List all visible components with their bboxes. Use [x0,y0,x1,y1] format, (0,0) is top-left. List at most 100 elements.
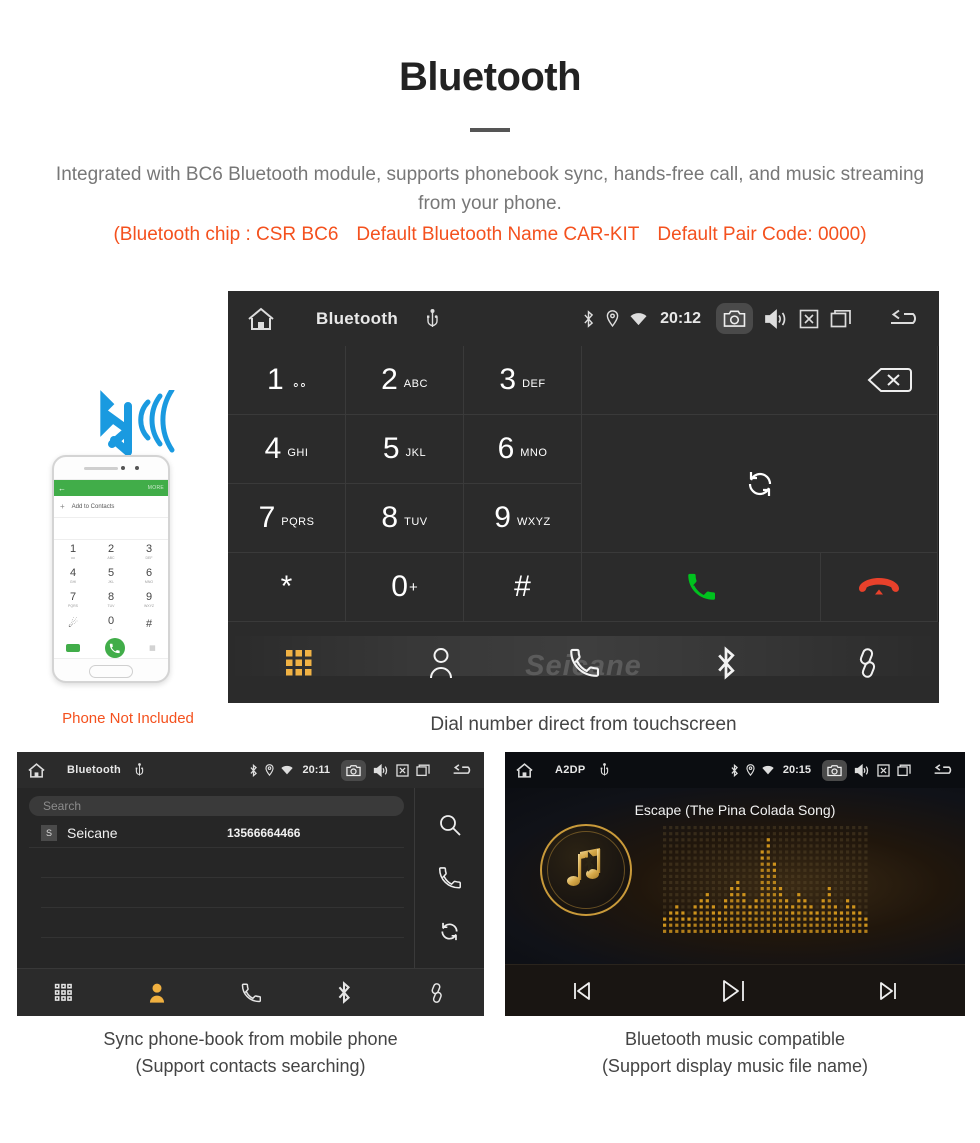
contact-badge: S [41,824,57,841]
key-9[interactable]: 9 WXYZ [464,484,582,553]
music-caption-line1: Bluetooth music compatible [624,1029,846,1049]
phone-not-included-caption: Phone Not Included [62,710,194,727]
phone-add-contacts-label: Add to Contacts [71,503,115,510]
nav-keypad[interactable] [228,648,370,678]
contact-row-empty [41,908,404,938]
phonebook-body: Search S Seicane 13566664466 [17,788,484,968]
phone-home-button [54,659,168,681]
key-1[interactable]: 1 ∘∘ [228,346,346,415]
contact-row-empty [41,848,404,878]
back-icon[interactable] [887,308,925,330]
sync-icon[interactable] [438,920,461,943]
music-status-bar: A2DP 20:15 [505,752,965,788]
spec-name: Default Bluetooth Name CAR-KIT [356,223,640,245]
bluetooth-signal-illustration [80,390,192,460]
music-clock: 20:15 [782,764,811,776]
volume-icon[interactable] [854,763,870,777]
album-art-placeholder [540,824,632,916]
nav-link[interactable] [797,647,939,679]
nav-bluetooth[interactable] [655,645,797,680]
key-6[interactable]: 6 MNO [464,415,582,484]
contact-row[interactable]: S Seicane 13566664466 [29,818,404,848]
back-icon[interactable] [932,763,957,778]
music-controls [505,964,965,1016]
close-box-icon[interactable] [799,309,819,329]
phonebook-screenshot: Bluetooth 20:11 Search S Seicane 1356666… [17,752,484,1016]
dialer-clock: 20:12 [660,309,701,327]
recents-icon[interactable] [897,764,912,777]
key-4[interactable]: 4 GHI [228,415,346,484]
wifi-icon [762,765,774,775]
next-button[interactable] [812,978,965,1004]
usb-icon [135,763,144,777]
play-pause-button[interactable] [658,977,811,1005]
wifi-icon [281,765,294,775]
volume-icon[interactable] [764,308,788,329]
camera-icon[interactable] [716,303,753,334]
nav-keypad[interactable] [17,983,110,1002]
previous-button[interactable] [505,978,658,1004]
nav-bluetooth[interactable] [297,981,390,1004]
nav-contacts[interactable] [370,647,512,679]
camera-icon[interactable] [341,759,366,781]
contact-name: Seicane [67,824,118,841]
equalizer-visualizer [663,826,875,936]
music-caption-line2: (Support display music file name) [601,1056,869,1076]
nav-call-log[interactable] [204,982,297,1004]
back-icon[interactable] [451,763,476,778]
nav-contacts[interactable] [110,982,203,1004]
key-3[interactable]: 3 DEF [464,346,582,415]
music-screenshot: A2DP 20:15 Escape (The Pina Colada Song) [505,752,965,1016]
key-8[interactable]: 8 TUV [346,484,464,553]
page-title: Bluetooth [398,55,582,99]
backspace-button[interactable] [582,346,938,415]
recents-icon[interactable] [416,764,431,777]
home-icon[interactable] [27,762,53,779]
phonebook-title: Bluetooth [67,764,122,776]
phonebook-caption-line2: (Support contacts searching) [135,1056,366,1076]
dialer-screenshot: Bluetooth 20:12 1 ∘∘ 2 ABC 3 DEF 4 GHI 5… [228,291,939,703]
search-icon[interactable] [438,813,462,837]
bluetooth-icon [582,309,595,328]
key-5[interactable]: 5 JKL [346,415,464,484]
key-7[interactable]: 7 PQRS [228,484,346,553]
dialer-nav-bar: Seicane [228,622,939,703]
key-0[interactable]: 0 + [346,553,464,622]
nav-link[interactable] [391,982,484,1004]
phonebook-status-bar: Bluetooth 20:11 [17,752,484,788]
dialpad: 1 ∘∘ 2 ABC 3 DEF 4 GHI 5 JKL 6 MNO 7 PQRS 8 TUV … [228,346,939,622]
contact-row-empty [41,878,404,908]
home-icon[interactable] [246,306,294,332]
phone-app-bar: ← MORE [54,480,168,496]
key-star[interactable]: * [228,553,346,622]
dialer-status-bar: Bluetooth 20:12 [228,291,939,346]
phonebook-clock: 20:11 [302,764,330,776]
phone-add-contacts-row: + Add to Contacts [54,496,168,518]
nav-call-log[interactable] [512,647,654,679]
call-button[interactable] [582,553,821,622]
phone-screen: ← MORE + Add to Contacts 1 oo 2 ABC 3 DEF 4 GH… [54,479,168,659]
recents-icon[interactable] [830,309,853,329]
location-icon [265,764,275,776]
key-hash[interactable]: # [464,553,582,622]
music-title: A2DP [555,764,586,776]
close-box-icon[interactable] [396,763,409,777]
call-icon[interactable] [438,866,461,890]
volume-icon[interactable] [373,763,389,777]
close-box-icon[interactable] [877,763,890,777]
music-caption: Bluetooth music compatible (Support disp… [505,1026,965,1080]
spec-line: (Bluetooth chip : CSR BC6 Default Bluetoo… [0,224,980,246]
sync-button[interactable] [582,415,938,553]
hangup-button[interactable] [821,553,938,622]
key-2[interactable]: 2 ABC [346,346,464,415]
bluetooth-icon [730,763,739,777]
search-input[interactable]: Search [29,796,404,816]
home-icon[interactable] [515,762,541,779]
contact-number: 13566664466 [227,825,301,840]
wifi-icon [630,312,647,326]
phonebook-caption: Sync phone-book from mobile phone (Suppo… [17,1026,484,1080]
phonebook-side-actions [414,788,484,968]
camera-icon[interactable] [822,759,847,781]
intro-description: Integrated with BC6 Bluetooth module, su… [55,164,925,215]
spec-chip: (Bluetooth chip : CSR BC6 [113,223,339,245]
